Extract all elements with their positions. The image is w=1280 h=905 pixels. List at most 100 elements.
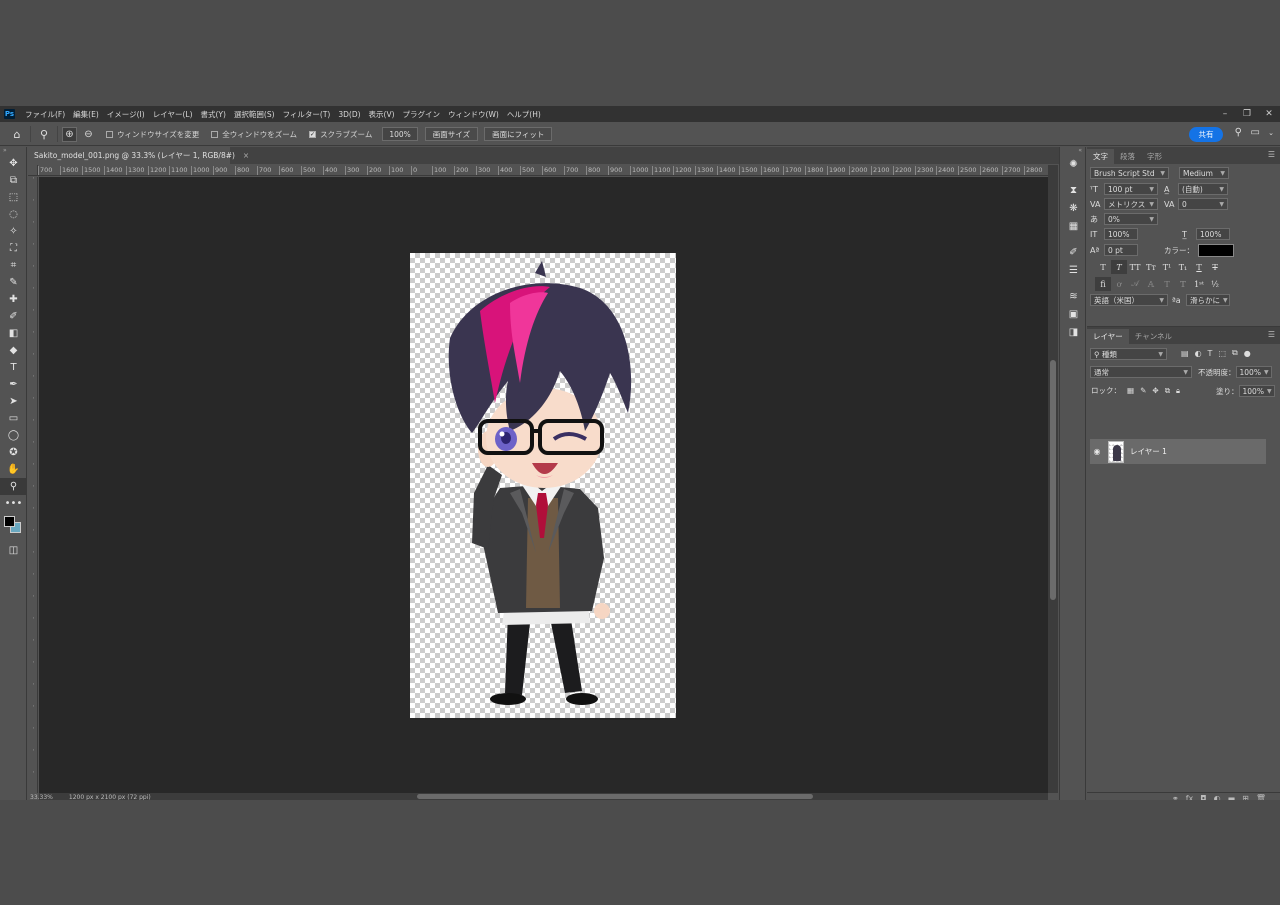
menu-image[interactable]: イメージ(I) bbox=[103, 109, 149, 120]
filter-pixel-icon[interactable]: ▤ bbox=[1181, 349, 1189, 358]
eraser-tool-icon[interactable]: ◧ bbox=[0, 325, 27, 342]
lasso-tool-icon[interactable]: ◌ bbox=[0, 206, 27, 223]
foreground-color-swatch[interactable] bbox=[4, 516, 15, 527]
resize-windows-checkbox[interactable]: ウィンドウサイズを変更 bbox=[106, 129, 199, 140]
lock-transparent-icon[interactable]: ▦ bbox=[1127, 386, 1134, 395]
restore-button[interactable]: ❐ bbox=[1236, 106, 1258, 122]
lock-pixels-icon[interactable]: ✎ bbox=[1140, 386, 1146, 395]
tab-layers[interactable]: レイヤー bbox=[1087, 329, 1129, 344]
delete-layer-icon[interactable]: 🗑︎ bbox=[1256, 794, 1266, 800]
leading-field[interactable]: (自動) ▼ bbox=[1178, 183, 1228, 195]
filter-toggle-icon[interactable]: ● bbox=[1244, 349, 1251, 358]
path-select-icon[interactable]: ➤ bbox=[0, 393, 27, 410]
menu-type[interactable]: 書式(Y) bbox=[197, 109, 230, 120]
layer-filter-select[interactable]: ⚲ 種類 ▼ bbox=[1090, 348, 1167, 360]
horizontal-scale-field[interactable]: 100% bbox=[1196, 228, 1230, 240]
brush-settings-icon[interactable]: ✐ bbox=[1060, 243, 1087, 261]
new-adjustment-icon[interactable]: ◐ bbox=[1214, 794, 1221, 800]
zoom-in-icon[interactable]: ⊕ bbox=[62, 126, 77, 142]
menu-3d[interactable]: 3D(D) bbox=[334, 110, 364, 119]
faux-bold-icon[interactable]: T bbox=[1095, 260, 1111, 274]
swatches-icon[interactable]: ▦ bbox=[1060, 217, 1087, 235]
tracking-field[interactable]: 0 ▼ bbox=[1178, 198, 1228, 210]
chevron-down-icon[interactable]: ⌄ bbox=[1268, 129, 1274, 137]
eyedropper-icon[interactable]: ✎ bbox=[0, 274, 27, 291]
superscript-icon[interactable]: T¹ bbox=[1159, 260, 1175, 274]
zoom-out-icon[interactable]: ⊖ bbox=[81, 127, 96, 142]
swash-icon[interactable]: 𝒜 bbox=[1127, 277, 1143, 291]
font-style-select[interactable]: Medium ▼ bbox=[1179, 167, 1229, 179]
vertical-scale-field[interactable]: 100% bbox=[1104, 228, 1138, 240]
strikethrough-icon[interactable]: T bbox=[1207, 260, 1223, 274]
zoom-percent-field[interactable]: 100% bbox=[382, 127, 418, 141]
ruler-origin[interactable] bbox=[28, 165, 38, 176]
scroll-thumb[interactable] bbox=[417, 794, 813, 799]
tab-glyphs[interactable]: 字形 bbox=[1141, 149, 1168, 164]
menu-edit[interactable]: 編集(E) bbox=[69, 109, 103, 120]
share-button[interactable]: 共有 bbox=[1189, 127, 1223, 142]
blend-mode-select[interactable]: 通常 ▼ bbox=[1090, 366, 1192, 378]
brush-tool-icon[interactable]: ✐ bbox=[0, 308, 27, 325]
status-zoom[interactable]: 33.33% bbox=[30, 794, 53, 800]
scroll-thumb[interactable] bbox=[1050, 360, 1056, 600]
more-tools-icon[interactable]: ••• bbox=[0, 495, 27, 512]
subscript-icon[interactable]: T₁ bbox=[1175, 260, 1191, 274]
rectangle-tool-icon[interactable]: ▭ bbox=[0, 410, 27, 427]
quick-mask-icon[interactable]: ◫ bbox=[0, 542, 27, 559]
old-style-icon[interactable]: ơ bbox=[1111, 277, 1127, 291]
visibility-eye-icon[interactable]: ◉ bbox=[1090, 447, 1104, 456]
tab-paragraph[interactable]: 段落 bbox=[1114, 149, 1141, 164]
zoom-all-windows-checkbox[interactable]: 全ウィンドウをズーム bbox=[211, 129, 297, 140]
marquee-tool-icon[interactable]: ⬚ bbox=[0, 189, 27, 206]
collapse-icon[interactable]: « bbox=[1060, 147, 1085, 155]
layer-name[interactable]: レイヤー 1 bbox=[1130, 446, 1167, 457]
baseline-shift-field[interactable]: 0 pt bbox=[1104, 244, 1138, 256]
filter-shape-icon[interactable]: ⬚ bbox=[1218, 349, 1226, 358]
shape-tool-icon[interactable]: ✪ bbox=[0, 444, 27, 461]
antialias-select[interactable]: 滑らかに ▼ bbox=[1186, 294, 1230, 306]
fill-screen-button[interactable]: 画面にフィット bbox=[484, 127, 553, 141]
object-select-icon[interactable]: ⛶ bbox=[0, 240, 27, 257]
color-swatches[interactable] bbox=[0, 512, 27, 542]
text-color-swatch[interactable] bbox=[1198, 244, 1234, 257]
menu-window[interactable]: ウィンドウ(W) bbox=[444, 109, 503, 120]
menu-help[interactable]: ヘルプ(H) bbox=[503, 109, 545, 120]
all-caps-icon[interactable]: TT bbox=[1127, 260, 1143, 274]
tsume-field[interactable]: 0% ▼ bbox=[1104, 213, 1158, 225]
tab-channels[interactable]: チャンネル bbox=[1129, 329, 1178, 344]
search-icon[interactable]: ⚲ bbox=[1235, 127, 1242, 138]
navigator-icon[interactable]: ✺ bbox=[1060, 155, 1087, 173]
status-doc-info[interactable]: 1200 px x 2100 px (72 ppi) bbox=[69, 794, 151, 800]
horizontal-scrollbar[interactable] bbox=[39, 793, 1048, 800]
fraction-icon[interactable]: ½ bbox=[1207, 277, 1223, 291]
ellipse-tool-icon[interactable]: ◯ bbox=[0, 427, 27, 444]
lock-all-icon[interactable]: 🔒︎ bbox=[1176, 386, 1180, 396]
menu-filter[interactable]: フィルター(T) bbox=[279, 109, 335, 120]
crop-tool-icon[interactable]: ⌗ bbox=[0, 257, 27, 274]
fx-icon[interactable]: fx bbox=[1186, 794, 1194, 800]
canvas-area[interactable] bbox=[39, 177, 1048, 793]
document-canvas[interactable] bbox=[410, 253, 676, 718]
properties-icon[interactable]: ☰ bbox=[1060, 261, 1087, 279]
filter-adjustment-icon[interactable]: ◐ bbox=[1195, 349, 1202, 358]
layer-thumbnail[interactable] bbox=[1108, 440, 1124, 463]
history-icon[interactable]: ⧗ bbox=[1060, 181, 1087, 199]
underline-icon[interactable]: T bbox=[1191, 260, 1207, 274]
faux-italic-icon[interactable]: T bbox=[1111, 260, 1127, 274]
fill-field[interactable]: 100% ▼ bbox=[1238, 385, 1275, 397]
zoom-tool-preset-icon[interactable]: ⚲ bbox=[35, 125, 53, 143]
layer-comps-icon[interactable]: ◨ bbox=[1060, 323, 1087, 341]
ordinal-icon[interactable]: 1ˢᵗ bbox=[1191, 277, 1207, 291]
close-tab-icon[interactable]: × bbox=[243, 151, 249, 160]
titling-icon[interactable]: T bbox=[1159, 277, 1175, 291]
zoom-tool-icon[interactable]: ⚲ bbox=[0, 478, 27, 495]
libraries-icon[interactable]: ▣ bbox=[1060, 305, 1087, 323]
lock-position-icon[interactable]: ✥ bbox=[1152, 386, 1158, 395]
menu-select[interactable]: 選択範囲(S) bbox=[230, 109, 279, 120]
pen-tool-icon[interactable]: ✒ bbox=[0, 376, 27, 393]
menu-file[interactable]: ファイル(F) bbox=[21, 109, 69, 120]
menu-plugins[interactable]: プラグイン bbox=[399, 109, 445, 120]
vertical-scrollbar[interactable] bbox=[1048, 165, 1058, 793]
type-tool-icon[interactable]: T bbox=[0, 359, 27, 376]
opacity-field[interactable]: 100% ▼ bbox=[1235, 366, 1272, 378]
